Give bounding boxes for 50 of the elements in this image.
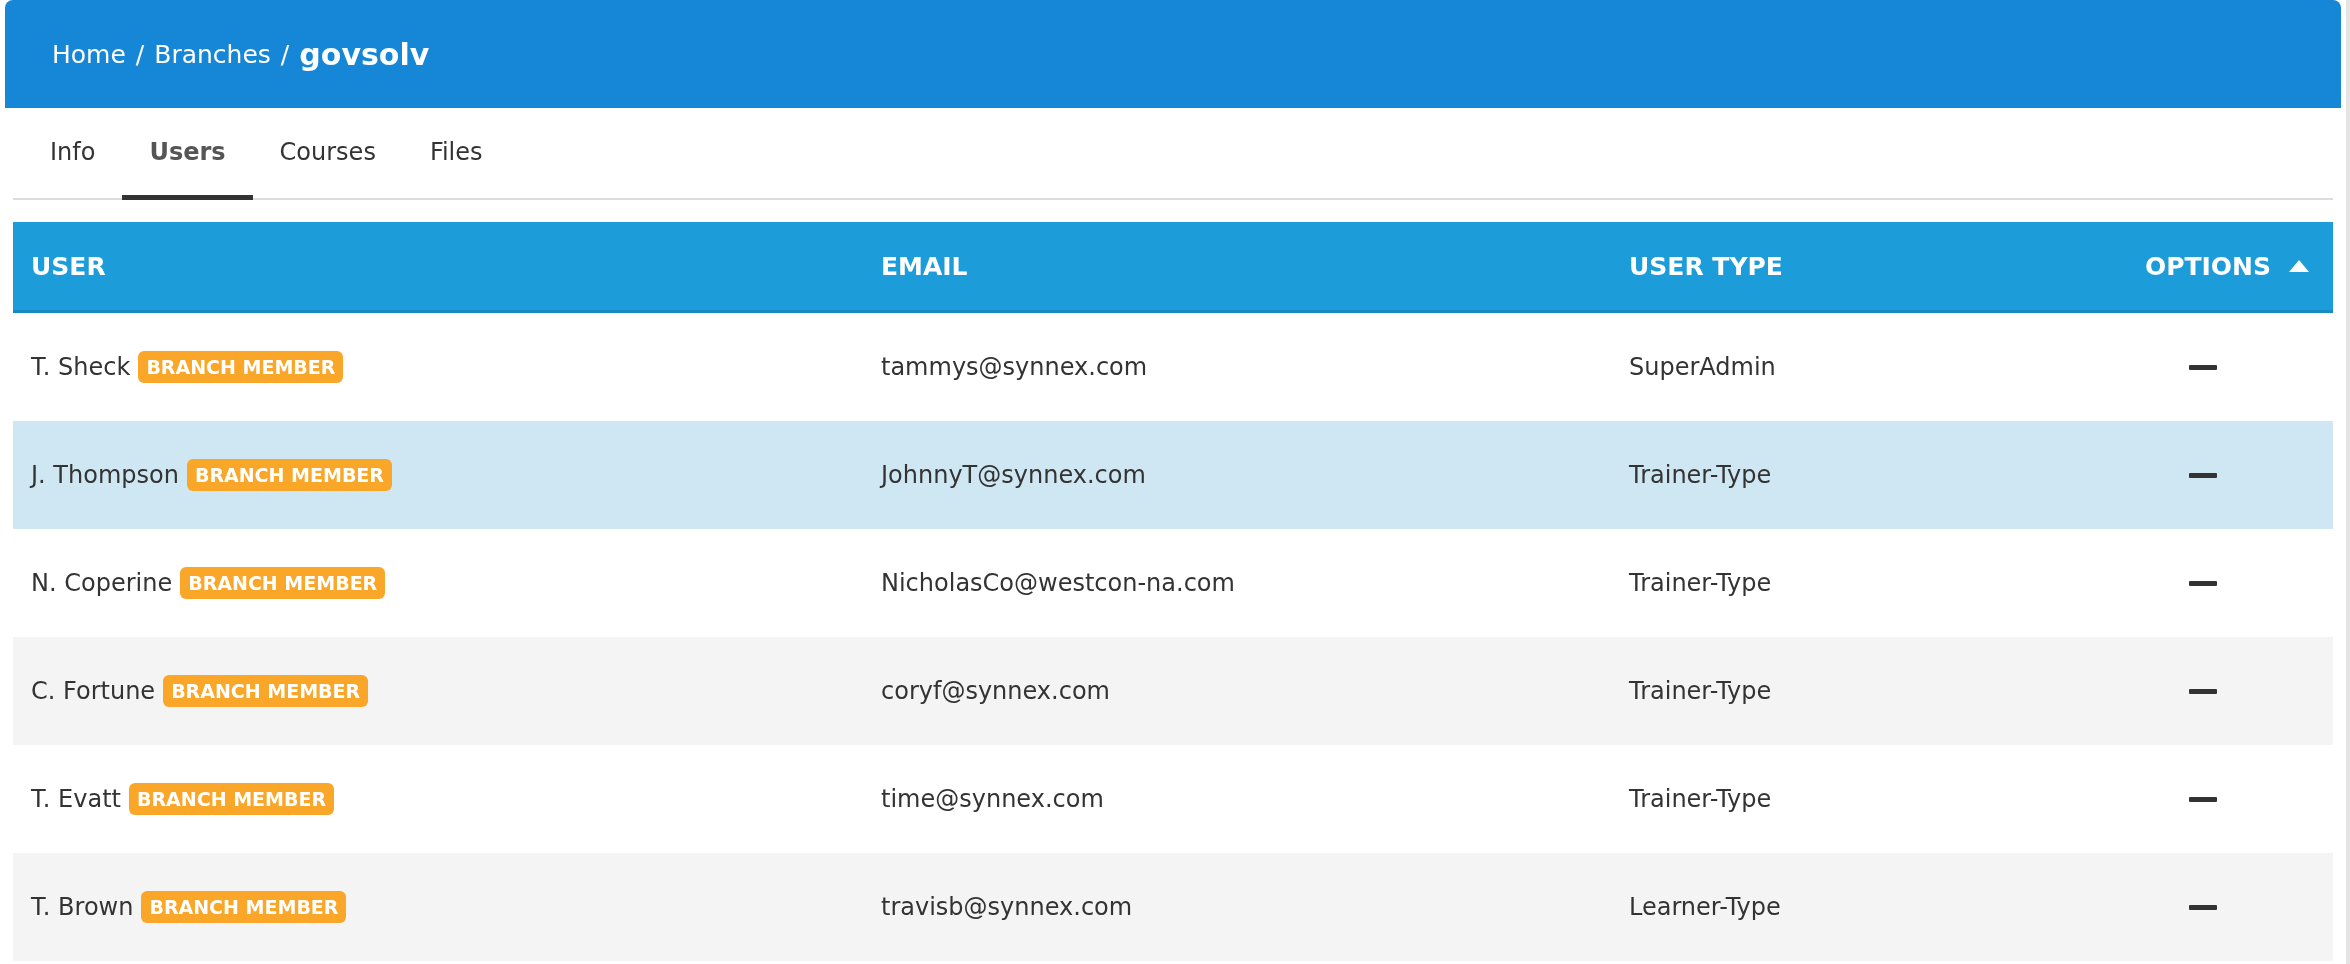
breadcrumb-current: govsolv [299, 36, 430, 72]
role-badge: BRANCH MEMBER [163, 675, 369, 707]
minus-icon [2189, 796, 2217, 802]
breadcrumb-separator: / [135, 39, 145, 69]
user-name: J. Thompson [31, 461, 179, 489]
user-type-cell: SuperAdmin [1629, 353, 1776, 381]
role-badge: BRANCH MEMBER [128, 783, 335, 815]
email-cell: JohnnyT@synnex.com [881, 461, 1146, 489]
table-row[interactable]: T. Evatt BRANCH MEMBER time@synnex.com Trainer-Type [13, 745, 2333, 853]
email-cell: travisb@synnex.com [881, 893, 1133, 921]
table-row[interactable]: T. Brown BRANCH MEMBER travisb@synnex.com Learner-Type [13, 853, 2333, 961]
role-badge: BRANCH MEMBER [186, 459, 392, 491]
user-type-cell: Trainer-Type [1629, 785, 1772, 813]
table-row[interactable]: N. Coperine BRANCH MEMBER NicholasCo@westcon-na.com Trainer-Type [13, 529, 2333, 637]
minus-icon [2189, 904, 2217, 910]
tab[interactable]: Users [122, 108, 253, 200]
sort-caret-icon[interactable] [2289, 260, 2309, 272]
breadcrumb-link[interactable]: Branches [154, 39, 271, 69]
email-cell: time@synnex.com [881, 785, 1104, 813]
user-type-cell: Learner-Type [1629, 893, 1781, 921]
user-type-cell: Trainer-Type [1629, 677, 1772, 705]
user-type-cell: Trainer-Type [1629, 461, 1772, 489]
email-cell: tammys@synnex.com [881, 353, 1148, 381]
email-cell: coryf@synnex.com [881, 677, 1110, 705]
minus-icon [2189, 580, 2217, 586]
user-name: T. Brown [31, 893, 134, 921]
role-badge: BRANCH MEMBER [141, 891, 347, 923]
tab[interactable]: Courses [252, 108, 403, 200]
user-name: C. Fortune [31, 677, 156, 705]
minus-icon [2189, 364, 2217, 370]
tab[interactable]: Info [23, 108, 123, 200]
column-label: EMAIL [881, 251, 968, 281]
table-row[interactable]: C. Fortune BRANCH MEMBER coryf@synnex.com Trainer-Type [13, 637, 2333, 745]
user-name: N. Coperine [31, 569, 173, 597]
column-label: OPTIONS [2144, 251, 2271, 281]
user-name: T. Evatt [31, 785, 121, 813]
table-row[interactable]: T. Sheck BRANCH MEMBER tammys@synnex.com SuperAdmin [13, 313, 2333, 421]
column-label: USER [31, 251, 106, 281]
minus-icon [2189, 472, 2217, 478]
column-label: USER TYPE [1629, 251, 1783, 281]
breadcrumb-separator: / [280, 39, 290, 69]
table-row[interactable]: J. Thompson BRANCH MEMBER JohnnyT@synnex.com Trainer-Type [13, 421, 2333, 529]
tab[interactable]: Files [402, 108, 510, 200]
email-cell: NicholasCo@westcon-na.com [881, 569, 1235, 597]
role-badge: BRANCH MEMBER [180, 567, 386, 599]
user-name: T. Sheck [31, 353, 131, 381]
breadcrumb-link[interactable]: Home [52, 39, 126, 69]
user-type-cell: Trainer-Type [1629, 569, 1772, 597]
minus-icon [2189, 688, 2217, 694]
role-badge: BRANCH MEMBER [138, 351, 344, 383]
